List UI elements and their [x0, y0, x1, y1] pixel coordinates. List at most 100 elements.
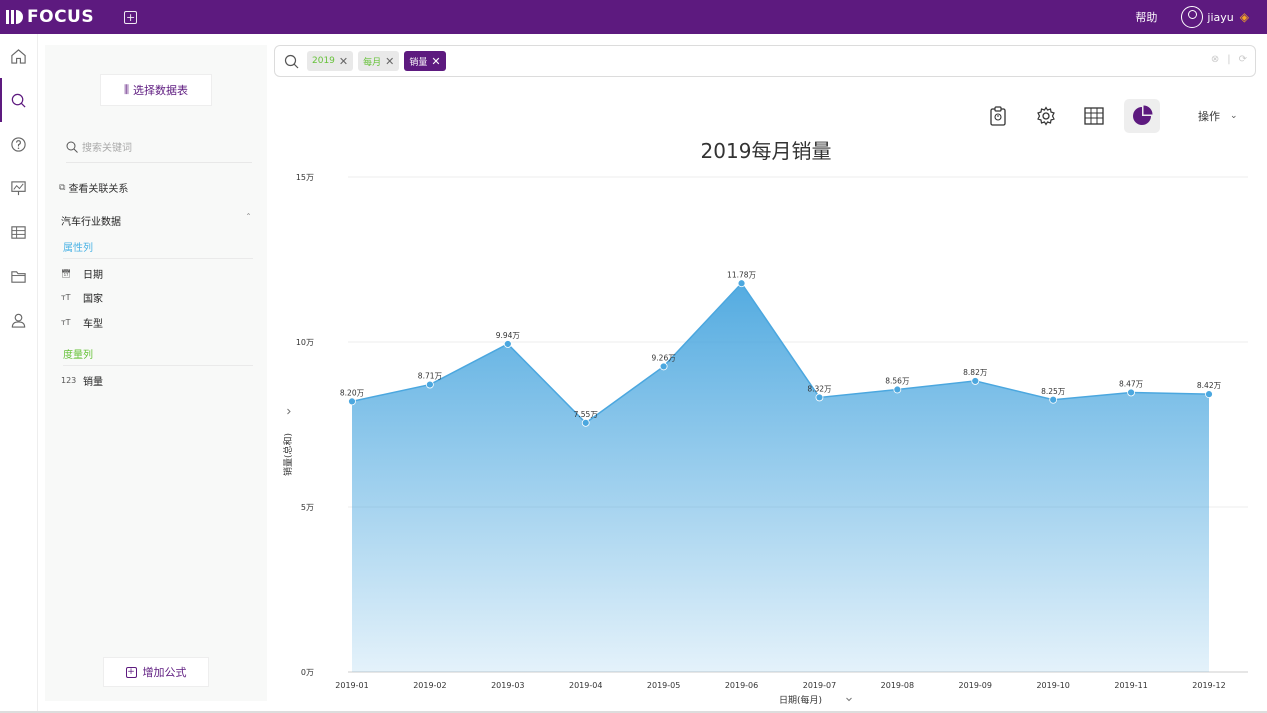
close-icon[interactable]: ✕	[339, 55, 348, 68]
username[interactable]: jiayu	[1207, 11, 1233, 24]
x-tick-label: 2019-12	[1192, 681, 1225, 690]
data-label: 7.55万	[574, 410, 599, 419]
operations-label: 操作	[1198, 110, 1220, 123]
rail-user[interactable]	[0, 298, 37, 342]
top-bar: FOCUS + 帮助 jiayu ◈	[0, 0, 1267, 34]
data-point	[1205, 390, 1213, 399]
help-link[interactable]: 帮助	[1135, 9, 1157, 25]
x-tick-label: 2019-01	[335, 681, 368, 690]
search-token-year[interactable]: 2019 ✕	[307, 51, 354, 71]
data-point	[971, 377, 980, 385]
rail-search[interactable]	[0, 78, 37, 122]
column-label: 国家	[83, 294, 103, 305]
data-label: 11.78万	[727, 270, 756, 279]
x-tick-label: 2019-10	[1036, 681, 1069, 690]
text-type-icon: ᴛT	[61, 318, 71, 327]
add-formula-button[interactable]: + 增加公式	[103, 657, 209, 687]
chevron-right-icon	[287, 408, 291, 415]
new-tab-icon[interactable]: +	[124, 10, 138, 24]
column-item-sales[interactable]: 123 销量	[61, 373, 103, 388]
data-label: 8.20万	[340, 388, 365, 397]
vip-diamond-icon: ◈	[1239, 10, 1249, 24]
plus-box-icon: +	[125, 666, 137, 678]
close-icon[interactable]: ✕	[385, 55, 394, 68]
column-item-date[interactable]: 📅︎ 日期	[61, 266, 103, 281]
divider: |	[1227, 54, 1231, 65]
data-point	[1049, 395, 1058, 404]
data-point	[581, 418, 590, 427]
search-token-monthly[interactable]: 每月 ✕	[358, 51, 400, 71]
x-tick-label: 2019-04	[569, 681, 602, 690]
add-formula-label: 增加公式	[142, 666, 187, 679]
y-tick-label: 15万	[296, 173, 314, 182]
table-icon	[11, 225, 26, 239]
refresh-icon[interactable]: ⟳	[1239, 54, 1247, 65]
text-type-icon: ᴛT	[61, 293, 71, 302]
bar-chart-icon: ⫼	[123, 83, 130, 96]
gear-icon	[1037, 106, 1055, 126]
data-point	[1127, 388, 1135, 397]
choose-table-label: 选择数据表	[133, 84, 189, 97]
view-relations-label: 查看关联关系	[68, 184, 129, 195]
number-type-icon: 123	[61, 376, 77, 385]
clear-circle-icon[interactable]: ⊗	[1211, 54, 1219, 65]
clipboard-button[interactable]	[980, 99, 1016, 133]
x-tick-label: 2019-11	[1114, 681, 1147, 690]
x-tick-label: 2019-02	[413, 681, 446, 690]
clipboard-icon	[990, 106, 1006, 126]
data-point	[737, 279, 746, 288]
data-point	[893, 385, 902, 394]
x-tick-label: 2019-09	[959, 681, 992, 690]
chart-toolbar	[980, 99, 1160, 133]
data-label: 9.94万	[496, 331, 521, 340]
table-group-header[interactable]: 汽车行业数据 ˆ	[61, 213, 251, 228]
close-icon[interactable]: ✕	[431, 55, 440, 68]
data-point	[659, 362, 668, 371]
y-tick-label: 10万	[296, 338, 314, 347]
data-label: 9.26万	[652, 353, 677, 362]
table-icon	[1084, 107, 1104, 125]
pie-chart-icon	[1133, 105, 1153, 125]
area-chart: 0万 5万 10万 15万 8.20万 8.71万 9.94万 7.55万 9.26万 11.78…	[282, 173, 1248, 706]
chart-type-button[interactable]	[1124, 99, 1160, 133]
y-tick-label: 0万	[301, 668, 314, 677]
table-view-button[interactable]	[1076, 99, 1112, 133]
settings-button[interactable]	[1028, 99, 1064, 133]
logo[interactable]: FOCUS	[6, 7, 94, 27]
data-point	[348, 397, 356, 406]
search-bar[interactable]: 2019 ✕ 每月 ✕ 销量 ✕ ⊗ | ⟳	[274, 45, 1256, 77]
x-tick-label: 2019-05	[647, 681, 680, 690]
operations-dropdown[interactable]: 操作 ⌄	[1198, 108, 1238, 124]
column-item-model[interactable]: ᴛT 车型	[61, 315, 103, 330]
column-label: 日期	[83, 270, 103, 281]
rail-home[interactable]	[0, 34, 37, 78]
view-relations-link[interactable]: ⧉ 查看关联关系	[59, 180, 129, 196]
chevron-down-icon: ⌄	[1230, 111, 1238, 121]
data-label: 8.56万	[885, 377, 910, 386]
chevron-down-icon	[846, 697, 852, 702]
rail-presentation[interactable]	[0, 166, 37, 210]
avatar-icon[interactable]	[1181, 6, 1204, 28]
y-axis-title: 销量(总和)	[282, 433, 294, 476]
data-label: 8.25万	[1041, 387, 1066, 396]
search-icon	[11, 93, 26, 108]
data-label: 8.42万	[1197, 381, 1222, 390]
attribute-section-label: 属性列	[63, 239, 253, 259]
search-icon	[284, 54, 299, 68]
logo-text: FOCUS	[27, 7, 95, 27]
chevron-up-icon[interactable]: ˆ	[246, 213, 251, 228]
relations-icon: ⧉	[59, 182, 66, 193]
x-tick-label: 2019-07	[803, 681, 836, 690]
column-item-country[interactable]: ᴛT 国家	[61, 290, 103, 305]
user-icon	[11, 313, 26, 328]
x-axis-title: 日期(每月)	[779, 694, 822, 706]
calendar-icon: 📅︎	[61, 269, 72, 278]
search-token-sales[interactable]: 销量 ✕	[404, 51, 446, 71]
rail-folder[interactable]	[0, 254, 37, 298]
rail-table[interactable]	[0, 210, 37, 254]
y-tick-label: 5万	[301, 503, 314, 512]
token-label: 销量	[409, 57, 428, 68]
choose-table-button[interactable]: ⫼ 选择数据表	[100, 74, 212, 106]
x-tick-label: 2019-03	[491, 681, 524, 690]
presentation-icon	[11, 180, 26, 195]
